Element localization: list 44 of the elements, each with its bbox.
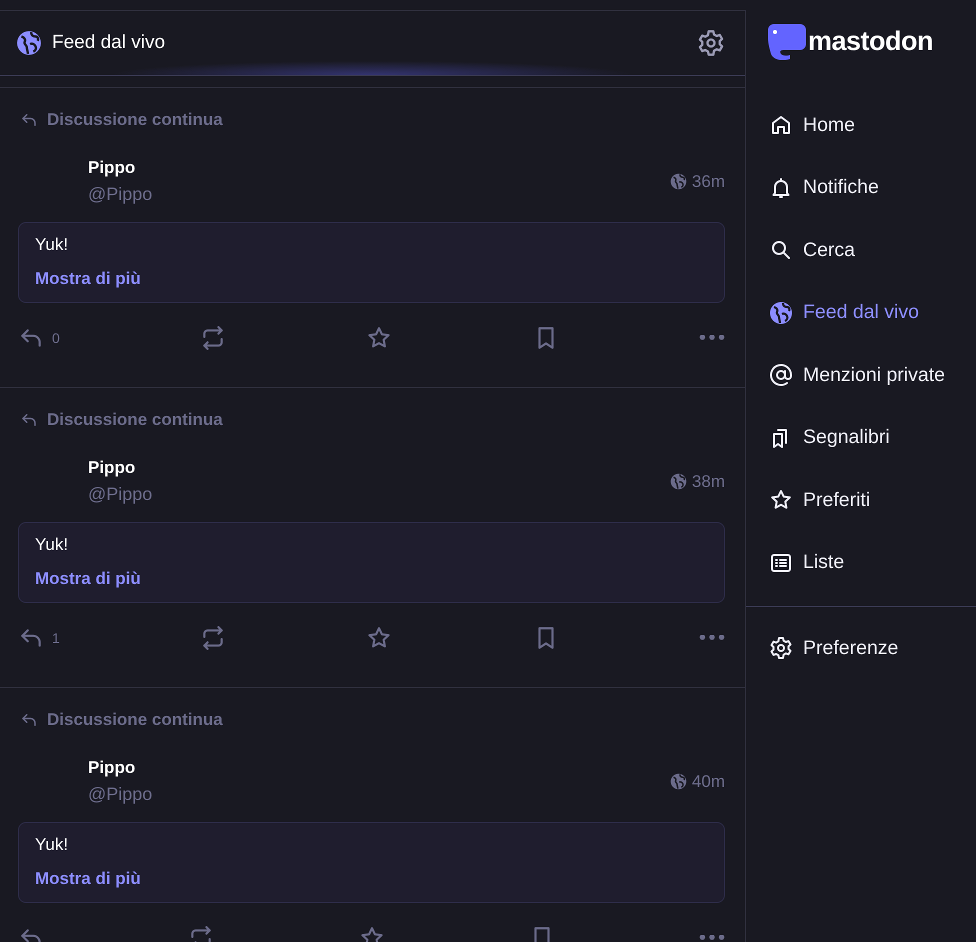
reply-count: 1 — [52, 630, 60, 646]
more-icon — [698, 334, 725, 342]
show-more-link[interactable]: Mostra di più — [35, 569, 141, 589]
at-icon — [769, 363, 793, 388]
author-name[interactable]: Pippo — [88, 158, 152, 178]
reply-icon — [20, 111, 38, 129]
show-more-link[interactable]: Mostra di più — [35, 269, 141, 289]
author-name[interactable]: Pippo — [88, 758, 152, 778]
more-icon — [698, 634, 725, 642]
settings-button[interactable] — [697, 29, 725, 57]
nav-item[interactable]: Preferenze — [768, 617, 976, 680]
more-button[interactable] — [699, 934, 725, 942]
thread-label: Discussione continua — [47, 110, 223, 130]
reply-icon — [20, 411, 38, 429]
globe-icon — [670, 473, 687, 490]
column-title: Feed dal vivo — [52, 32, 166, 54]
show-more-link[interactable]: Mostra di più — [35, 869, 141, 889]
nav-item[interactable]: Menzioni private — [768, 344, 976, 406]
more-button[interactable] — [698, 634, 725, 642]
post-text: Yuk! — [35, 535, 70, 555]
post-text: Yuk! — [35, 835, 70, 855]
logo-icon — [768, 22, 806, 60]
globe-icon — [670, 173, 687, 190]
reply-icon — [20, 711, 38, 729]
settings-icon — [769, 636, 793, 660]
globe-icon — [769, 300, 793, 325]
author-name[interactable]: Pippo — [88, 458, 152, 478]
nav-item[interactable]: Segnalibri — [768, 406, 976, 469]
nav-item[interactable]: Feed dal vivo — [768, 282, 976, 344]
nav-item[interactable]: Cerca — [768, 219, 976, 282]
thread-label: Discussione continua — [47, 410, 223, 430]
logo-wordmark[interactable]: mastodon — [808, 26, 934, 56]
thread-label: Discussione continua — [47, 710, 223, 730]
reply-count: 0 — [52, 330, 60, 346]
settings-icon — [697, 29, 725, 57]
more-button[interactable] — [698, 334, 725, 342]
nav-item[interactable]: Notifiche — [768, 156, 976, 219]
globe-icon — [670, 773, 687, 790]
globe-icon — [16, 30, 42, 56]
nav-item[interactable]: Home — [768, 94, 976, 156]
post-text: Yuk! — [35, 235, 70, 255]
nav-item[interactable]: Liste — [768, 532, 976, 594]
more-icon — [699, 934, 725, 942]
nav-item[interactable]: Preferiti — [768, 469, 976, 532]
